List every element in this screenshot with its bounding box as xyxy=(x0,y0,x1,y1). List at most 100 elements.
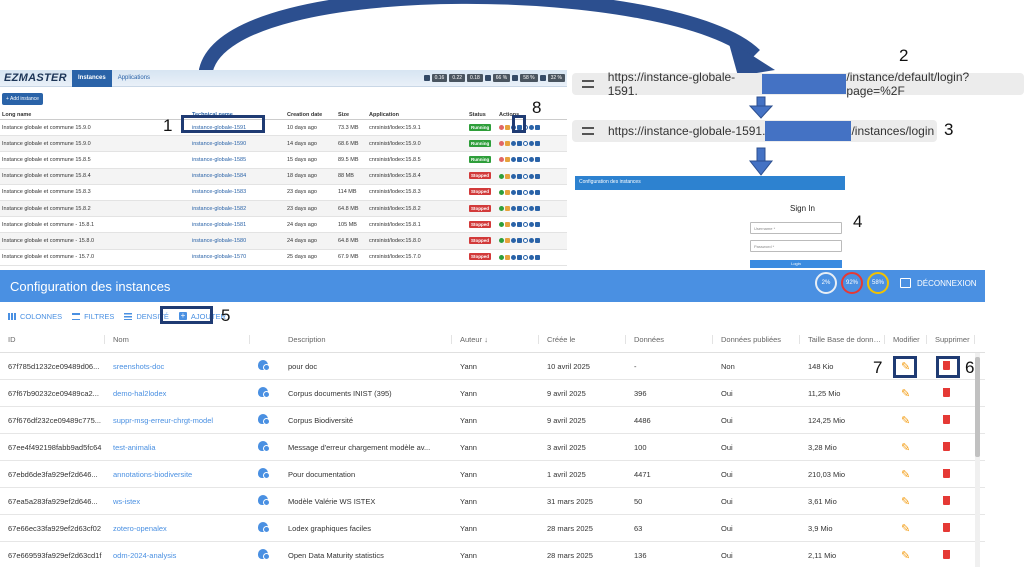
row-name-link[interactable]: annotations-biodiversite xyxy=(105,470,250,479)
delete-icon[interactable] xyxy=(505,157,510,163)
upload-icon[interactable] xyxy=(517,254,522,260)
instance-technical-name-link[interactable]: instance-globale-1585 xyxy=(192,157,287,163)
document-icon[interactable] xyxy=(535,206,540,212)
settings-icon[interactable] xyxy=(511,141,516,147)
globe-icon[interactable] xyxy=(529,141,534,147)
play-icon[interactable] xyxy=(499,238,504,244)
edit-pencil-icon[interactable]: ✎ xyxy=(901,550,910,562)
link-icon[interactable] xyxy=(523,206,528,212)
instance-technical-name-link[interactable]: instance-globale-1584 xyxy=(192,173,287,179)
globe-icon[interactable] xyxy=(529,254,534,260)
link-icon[interactable] xyxy=(523,157,528,163)
delete-icon[interactable] xyxy=(505,189,510,195)
add-instance-button[interactable]: + Add instance xyxy=(2,93,43,105)
link-icon[interactable] xyxy=(523,238,528,244)
col-taille[interactable]: Taille Base de données xyxy=(800,335,885,344)
address-bar-1[interactable]: https://instance-globale-1591. /instance… xyxy=(572,70,1024,98)
play-icon[interactable] xyxy=(499,206,504,212)
instance-technical-name-link[interactable]: instance-globale-1580 xyxy=(192,238,287,244)
delete-icon[interactable] xyxy=(505,125,510,131)
instance-technical-name-link[interactable]: instance-globale-1583 xyxy=(192,189,287,195)
settings-icon[interactable] xyxy=(511,254,516,260)
row-name-link[interactable]: suppr-msg-erreur-chrgt-model xyxy=(105,416,250,425)
database-settings-icon[interactable] xyxy=(258,441,270,452)
instance-technical-name-link[interactable]: instance-globale-1582 xyxy=(192,206,287,212)
link-icon[interactable] xyxy=(523,173,528,179)
delete-trash-icon[interactable] xyxy=(943,387,950,397)
upload-icon[interactable] xyxy=(517,173,522,179)
globe-icon[interactable] xyxy=(529,189,534,195)
database-settings-icon[interactable] xyxy=(258,414,270,425)
database-settings-icon[interactable] xyxy=(258,387,270,398)
settings-icon[interactable] xyxy=(511,222,516,228)
play-icon[interactable] xyxy=(499,254,504,260)
login-button[interactable]: Login xyxy=(750,260,842,268)
link-icon[interactable] xyxy=(523,222,528,228)
document-icon[interactable] xyxy=(535,254,540,260)
col-description[interactable]: Description xyxy=(280,335,452,344)
database-settings-icon[interactable] xyxy=(258,549,270,560)
stop-icon[interactable] xyxy=(499,141,504,147)
settings-icon[interactable] xyxy=(511,189,516,195)
tab-applications[interactable]: Applications xyxy=(112,70,156,87)
upload-icon[interactable] xyxy=(517,141,522,147)
play-icon[interactable] xyxy=(499,173,504,179)
site-settings-icon[interactable] xyxy=(582,126,594,136)
logout-button[interactable]: DÉCONNEXION xyxy=(900,278,977,288)
col-auteur[interactable]: Auteur ↓ xyxy=(452,335,539,344)
stop-icon[interactable] xyxy=(499,157,504,163)
database-settings-icon[interactable] xyxy=(258,522,270,533)
username-field[interactable]: Username * xyxy=(750,222,842,234)
delete-trash-icon[interactable] xyxy=(943,549,950,559)
col-id[interactable]: ID xyxy=(0,335,105,344)
filters-button[interactable]: FILTRES xyxy=(72,312,114,321)
delete-icon[interactable] xyxy=(505,206,510,212)
globe-icon[interactable] xyxy=(529,238,534,244)
grid-scrollbar[interactable] xyxy=(975,353,980,567)
col-creation-date[interactable]: Creation date xyxy=(287,112,338,118)
instance-technical-name-link[interactable]: instance-globale-1570 xyxy=(192,254,287,260)
delete-icon[interactable] xyxy=(505,173,510,179)
edit-pencil-icon[interactable]: ✎ xyxy=(901,469,910,481)
upload-icon[interactable] xyxy=(517,157,522,163)
col-donnees-publiees[interactable]: Données publiées xyxy=(713,335,800,344)
col-nom[interactable]: Nom xyxy=(105,335,250,344)
delete-trash-icon[interactable] xyxy=(943,468,950,478)
settings-icon[interactable] xyxy=(511,238,516,244)
link-icon[interactable] xyxy=(523,189,528,195)
play-icon[interactable] xyxy=(499,222,504,228)
col-donnees[interactable]: Données xyxy=(626,335,713,344)
site-settings-icon[interactable] xyxy=(582,79,594,89)
row-name-link[interactable]: ws-istex xyxy=(105,497,250,506)
link-icon[interactable] xyxy=(523,141,528,147)
globe-icon[interactable] xyxy=(529,173,534,179)
delete-trash-icon[interactable] xyxy=(943,414,950,424)
row-name-link[interactable]: demo-hal2lodex xyxy=(105,389,250,398)
delete-icon[interactable] xyxy=(505,222,510,228)
tab-instances[interactable]: Instances xyxy=(72,69,112,87)
col-status[interactable]: Status xyxy=(469,112,499,118)
row-name-link[interactable]: test-animalia xyxy=(105,443,250,452)
document-icon[interactable] xyxy=(535,141,540,147)
delete-icon[interactable] xyxy=(505,141,510,147)
edit-pencil-icon[interactable]: ✎ xyxy=(901,523,910,535)
password-field[interactable]: Password * xyxy=(750,240,842,252)
play-icon[interactable] xyxy=(499,189,504,195)
upload-icon[interactable] xyxy=(517,238,522,244)
delete-trash-icon[interactable] xyxy=(943,522,950,532)
delete-icon[interactable] xyxy=(505,238,510,244)
document-icon[interactable] xyxy=(535,125,540,131)
delete-trash-icon[interactable] xyxy=(943,441,950,451)
edit-pencil-icon[interactable]: ✎ xyxy=(901,415,910,427)
settings-icon[interactable] xyxy=(511,157,516,163)
col-size[interactable]: Size xyxy=(338,112,369,118)
columns-button[interactable]: COLONNES xyxy=(8,312,62,321)
document-icon[interactable] xyxy=(535,173,540,179)
globe-icon[interactable] xyxy=(529,125,534,131)
delete-trash-icon[interactable] xyxy=(943,495,950,505)
document-icon[interactable] xyxy=(535,222,540,228)
database-settings-icon[interactable] xyxy=(258,495,270,506)
link-icon[interactable] xyxy=(523,254,528,260)
instance-technical-name-link[interactable]: instance-globale-1581 xyxy=(192,222,287,228)
database-settings-icon[interactable] xyxy=(258,360,270,371)
